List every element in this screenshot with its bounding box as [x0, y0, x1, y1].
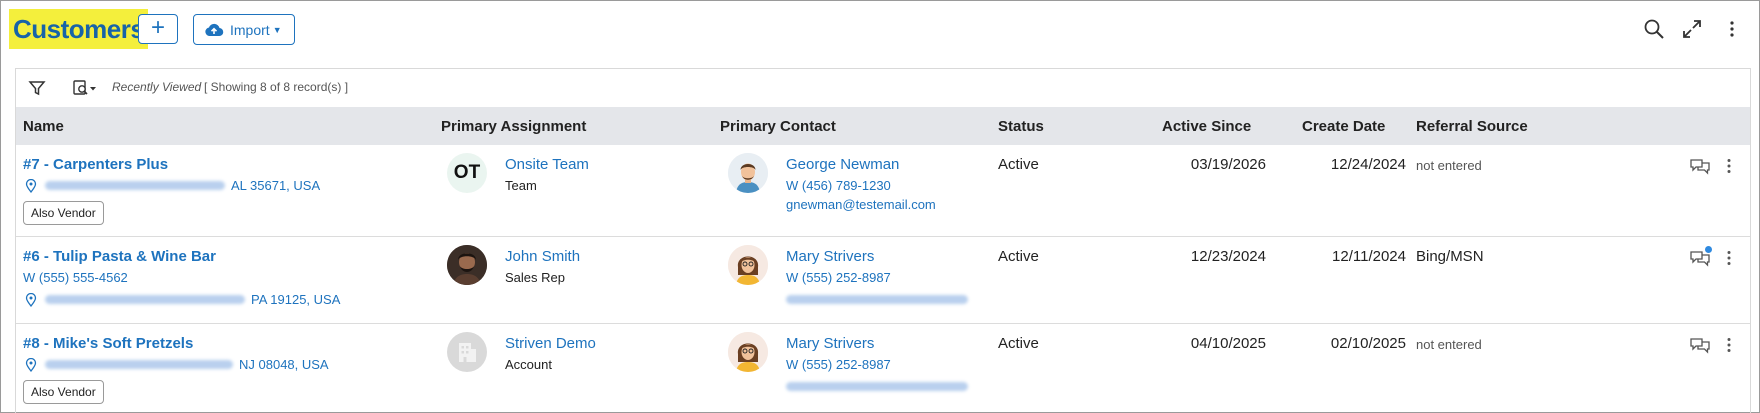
create-date: 12/11/2024	[1332, 248, 1406, 265]
list-toolbar: Recently Viewed [ Showing 8 of 8 record(…	[16, 69, 1750, 107]
status: Active	[998, 248, 1039, 265]
assignment-name-link[interactable]: Onsite Team	[505, 156, 589, 173]
map-pin-icon	[25, 357, 37, 372]
map-pin-icon	[25, 292, 37, 307]
table-row[interactable]: #6 - Tulip Pasta & Wine Bar W (555) 555-…	[16, 237, 1750, 324]
table-row[interactable]: #7 - Carpenters Plus AL 35671, USA Also …	[16, 145, 1750, 237]
contact-phone[interactable]: W (555) 252-8987	[786, 270, 891, 285]
status: Active	[998, 156, 1039, 173]
column-status[interactable]: Status	[998, 118, 1044, 135]
expand-icon[interactable]	[1680, 17, 1704, 41]
contact-email[interactable]: gnewman@testemail.com	[786, 197, 936, 212]
import-label: Import	[230, 21, 270, 38]
filter-icon[interactable]	[28, 78, 46, 98]
customer-address[interactable]: PA 19125, USA	[25, 292, 340, 307]
assignment-role: Sales Rep	[505, 270, 565, 285]
caret-down-icon: ▼	[272, 24, 282, 35]
customer-name-link[interactable]: #7 - Carpenters Plus	[23, 156, 168, 173]
customer-name-link[interactable]: #8 - Mike's Soft Pretzels	[23, 335, 193, 352]
address-tail: NJ 08048, USA	[239, 357, 329, 372]
contact-avatar	[728, 153, 768, 193]
column-referral-source[interactable]: Referral Source	[1416, 118, 1528, 135]
status: Active	[998, 335, 1039, 352]
contact-name-link[interactable]: Mary Strivers	[786, 248, 874, 265]
contact-phone[interactable]: W (456) 789-1230	[786, 178, 891, 193]
customer-phone[interactable]: W (555) 555-4562	[23, 270, 128, 285]
contact-phone[interactable]: W (555) 252-8987	[786, 357, 891, 372]
column-name[interactable]: Name	[23, 118, 64, 135]
customer-name-link[interactable]: #6 - Tulip Pasta & Wine Bar	[23, 248, 216, 265]
column-active-since[interactable]: Active Since	[1162, 118, 1251, 135]
create-date: 02/10/2025	[1330, 335, 1406, 352]
active-since: 03/19/2026	[1190, 156, 1266, 173]
redacted-email	[786, 295, 968, 304]
recently-viewed-label[interactable]: Recently Viewed	[112, 80, 201, 94]
column-primary-contact[interactable]: Primary Contact	[720, 118, 836, 135]
redacted-street	[45, 181, 225, 190]
avatar-initials: OT	[453, 162, 481, 183]
assignment-name-link[interactable]: John Smith	[505, 248, 580, 265]
assignment-avatar	[447, 245, 487, 285]
address-tail: PA 19125, USA	[251, 292, 341, 307]
also-vendor-badge: Also Vendor	[23, 380, 104, 404]
contact-avatar	[728, 245, 768, 285]
active-since: 12/23/2024	[1190, 248, 1266, 265]
comments-icon[interactable]	[1689, 246, 1712, 268]
page-title: Customers	[9, 9, 149, 49]
cloud-upload-icon	[205, 23, 224, 36]
customers-list-panel: Recently Viewed [ Showing 8 of 8 record(…	[15, 68, 1751, 413]
search-icon[interactable]	[1642, 17, 1666, 41]
address-tail: AL 35671, USA	[231, 178, 321, 193]
table-row[interactable]: #8 - Mike's Soft Pretzels NJ 08048, USA …	[16, 324, 1750, 413]
team-avatar: OT	[447, 153, 487, 193]
active-since: 04/10/2025	[1190, 335, 1266, 352]
building-icon	[459, 343, 476, 362]
referral-source: not entered	[1416, 158, 1482, 173]
unread-dot	[1705, 246, 1712, 253]
redacted-email	[786, 382, 968, 391]
row-more-icon[interactable]	[1718, 248, 1740, 268]
customers-window: Customers + Import ▼ Recently Viewed [S…	[0, 0, 1760, 413]
also-vendor-badge: Also Vendor	[23, 201, 104, 225]
referral-source: not entered	[1416, 337, 1482, 352]
record-count: [ Showing 8 of 8 record(s) ]	[204, 80, 349, 94]
top-bar: Customers + Import ▼	[1, 1, 1759, 59]
contact-avatar	[728, 332, 768, 372]
customer-address[interactable]: NJ 08048, USA	[25, 357, 329, 372]
redacted-street	[45, 295, 245, 304]
table-header: Name Primary Assignment Primary Contact …	[16, 107, 1750, 145]
column-create-date[interactable]: Create Date	[1302, 118, 1385, 135]
referral-source: Bing/MSN	[1416, 248, 1484, 265]
create-date: 12/24/2024	[1330, 156, 1406, 173]
redacted-street	[45, 360, 233, 369]
more-vertical-icon[interactable]	[1720, 17, 1744, 41]
comments-icon[interactable]	[1689, 156, 1711, 176]
import-button[interactable]: Import ▼	[193, 14, 295, 45]
assignment-name-link[interactable]: Striven Demo	[505, 335, 596, 352]
customer-address[interactable]: AL 35671, USA	[25, 178, 320, 193]
comments-icon[interactable]	[1689, 335, 1711, 355]
contact-name-link[interactable]: Mary Strivers	[786, 335, 874, 352]
column-primary-assignment[interactable]: Primary Assignment	[441, 118, 586, 135]
row-more-icon[interactable]	[1718, 335, 1740, 355]
row-more-icon[interactable]	[1718, 156, 1740, 176]
add-customer-button[interactable]: +	[138, 14, 178, 44]
assignment-role: Account	[505, 357, 552, 372]
assignment-role: Team	[505, 178, 537, 193]
view-selector-icon[interactable]	[72, 78, 98, 98]
map-pin-icon	[25, 178, 37, 193]
contact-name-link[interactable]: George Newman	[786, 156, 899, 173]
building-avatar	[447, 332, 487, 372]
